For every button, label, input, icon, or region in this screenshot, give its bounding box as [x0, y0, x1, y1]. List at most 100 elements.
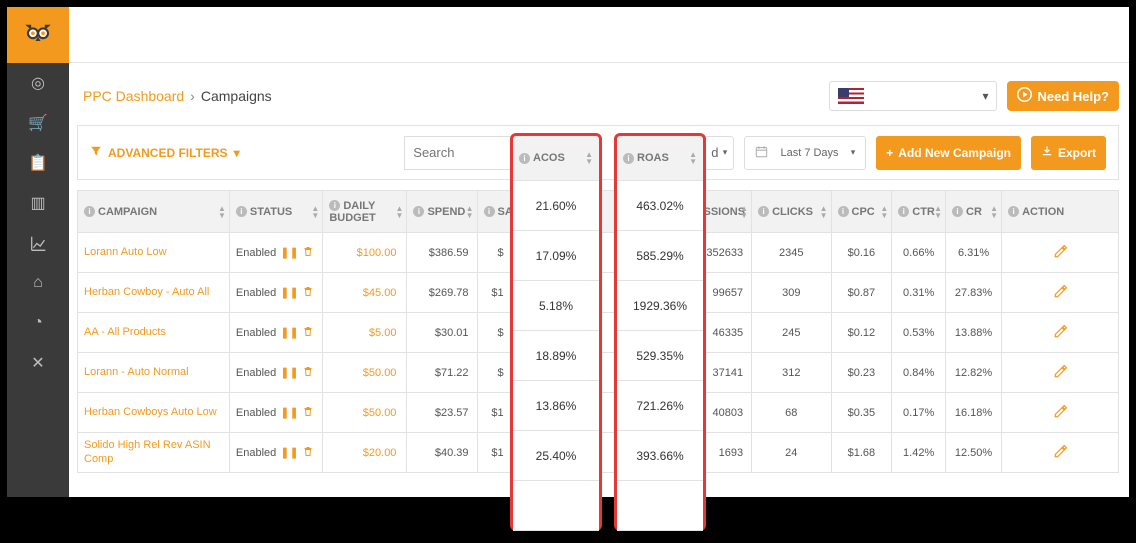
- chevron-down-icon: ▾: [982, 89, 988, 103]
- pause-icon[interactable]: ❚❚: [280, 286, 298, 299]
- clicks-value: 309: [752, 273, 831, 313]
- status-label: Enabled: [236, 327, 276, 339]
- top-bar: [69, 7, 1129, 63]
- roas-cell: 721.26%: [617, 381, 703, 431]
- daily-budget-value[interactable]: $100.00: [329, 247, 400, 259]
- campaign-link[interactable]: Herban Cowboy - Auto All: [84, 286, 209, 299]
- country-select[interactable]: ▾: [829, 81, 997, 111]
- sales-value: $1: [477, 433, 512, 473]
- nav-tools[interactable]: ✕: [7, 343, 69, 383]
- clicks-value: 2345: [752, 233, 831, 273]
- ctr-value: 0.31%: [892, 273, 946, 313]
- cr-value: 12.82%: [946, 353, 1002, 393]
- pause-icon[interactable]: ❚❚: [280, 406, 298, 419]
- cpc-value: $0.87: [831, 273, 892, 313]
- edit-button[interactable]: [1053, 326, 1068, 342]
- daily-budget-value[interactable]: $20.00: [329, 447, 400, 459]
- brand-logo[interactable]: [7, 7, 69, 63]
- col-cpc[interactable]: CPC: [852, 206, 875, 218]
- status-label: Enabled: [236, 367, 276, 379]
- roas-highlight-column: iROAS▲▼ 463.02% 585.29% 1929.36% 529.35%…: [614, 133, 706, 531]
- daily-budget-value[interactable]: $5.00: [329, 327, 400, 339]
- nav-clipboard[interactable]: 📋: [7, 143, 69, 183]
- breadcrumb-current: Campaigns: [201, 88, 272, 104]
- export-button[interactable]: Export: [1031, 136, 1106, 170]
- edit-button[interactable]: [1053, 246, 1068, 262]
- acos-cell: 21.60%: [513, 181, 599, 231]
- cpc-value: $0.12: [831, 313, 892, 353]
- cr-value: 13.88%: [946, 313, 1002, 353]
- search-input[interactable]: [404, 136, 522, 170]
- status-select-fragment[interactable]: d ▾: [704, 136, 734, 170]
- pause-icon[interactable]: ❚❚: [280, 446, 298, 459]
- col-cr[interactable]: CR: [966, 206, 982, 218]
- nav-target[interactable]: ◎: [7, 63, 69, 103]
- col-spend[interactable]: SPEND: [427, 206, 465, 218]
- trash-icon[interactable]: [303, 286, 313, 300]
- acos-cell: 25.40%: [513, 431, 599, 481]
- ctr-value: 0.66%: [892, 233, 946, 273]
- add-campaign-button[interactable]: + Add New Campaign: [876, 136, 1021, 170]
- add-campaign-label: Add New Campaign: [898, 146, 1011, 160]
- edit-button[interactable]: [1053, 406, 1068, 422]
- ctr-value: 1.42%: [892, 433, 946, 473]
- nav-window[interactable]: ▥: [7, 183, 69, 223]
- nav-cart[interactable]: 🛒: [7, 103, 69, 143]
- pause-icon[interactable]: ❚❚: [280, 326, 298, 339]
- edit-button[interactable]: [1053, 286, 1068, 302]
- col-ctr[interactable]: CTR: [912, 206, 935, 218]
- cr-value: 6.31%: [946, 233, 1002, 273]
- campaign-link[interactable]: Herban Cowboys Auto Low: [84, 406, 217, 419]
- daily-budget-value[interactable]: $45.00: [329, 287, 400, 299]
- export-label: Export: [1058, 146, 1096, 160]
- status-label: Enabled: [236, 447, 276, 459]
- cr-value: 16.18%: [946, 393, 1002, 433]
- sidebar: ◎ 🛒 📋 ▥ ⌂ ◔ ✕: [7, 7, 69, 497]
- campaign-link[interactable]: AA - All Products: [84, 326, 166, 339]
- clicks-value: 68: [752, 393, 831, 433]
- download-icon: [1041, 145, 1053, 160]
- nav-house[interactable]: ⌂: [7, 263, 69, 303]
- campaign-link[interactable]: Solido High Rel Rev ASIN Comp: [84, 439, 223, 465]
- edit-button[interactable]: [1053, 366, 1068, 382]
- spend-value: $269.78: [407, 273, 477, 313]
- campaign-link[interactable]: Lorann - Auto Normal: [84, 366, 189, 379]
- col-status[interactable]: STATUS: [250, 206, 292, 218]
- status-label: Enabled: [236, 287, 276, 299]
- need-help-label: Need Help?: [1037, 89, 1109, 104]
- cpc-value: $0.35: [831, 393, 892, 433]
- play-circle-icon: [1017, 87, 1032, 105]
- daily-budget-value[interactable]: $50.00: [329, 407, 400, 419]
- acos-cell: 5.18%: [513, 281, 599, 331]
- nav-chart[interactable]: [7, 223, 69, 263]
- breadcrumb-separator: ›: [190, 88, 195, 104]
- date-range-label: Last 7 Days: [780, 147, 838, 159]
- col-campaign[interactable]: CAMPAIGN: [98, 206, 157, 218]
- pause-icon[interactable]: ❚❚: [280, 366, 298, 379]
- nav-gauge[interactable]: ◔: [7, 303, 69, 343]
- trash-icon[interactable]: [303, 446, 313, 460]
- col-acos[interactable]: ACOS: [533, 152, 565, 164]
- breadcrumb-link[interactable]: PPC Dashboard: [83, 88, 184, 104]
- roas-cell: 463.02%: [617, 181, 703, 231]
- trash-icon[interactable]: [303, 326, 313, 340]
- col-clicks[interactable]: CLICKS: [772, 206, 813, 218]
- trash-icon[interactable]: [303, 406, 313, 420]
- col-roas[interactable]: ROAS: [637, 152, 669, 164]
- sales-value: $1: [477, 273, 512, 313]
- advanced-filters-button[interactable]: ADVANCED FILTERS ▾: [90, 145, 240, 160]
- trash-icon[interactable]: [303, 246, 313, 260]
- edit-button[interactable]: [1053, 446, 1068, 462]
- ctr-value: 0.84%: [892, 353, 946, 393]
- status-label: Enabled: [236, 247, 276, 259]
- spend-value: $386.59: [407, 233, 477, 273]
- cpc-value: $0.23: [831, 353, 892, 393]
- need-help-button[interactable]: Need Help?: [1007, 81, 1119, 111]
- date-range-select[interactable]: Last 7 Days ▾: [744, 136, 866, 170]
- daily-budget-value[interactable]: $50.00: [329, 367, 400, 379]
- trash-icon[interactable]: [303, 366, 313, 380]
- status-label: Enabled: [236, 407, 276, 419]
- pause-icon[interactable]: ❚❚: [280, 246, 298, 259]
- campaign-link[interactable]: Lorann Auto Low: [84, 246, 167, 259]
- spend-value: $40.39: [407, 433, 477, 473]
